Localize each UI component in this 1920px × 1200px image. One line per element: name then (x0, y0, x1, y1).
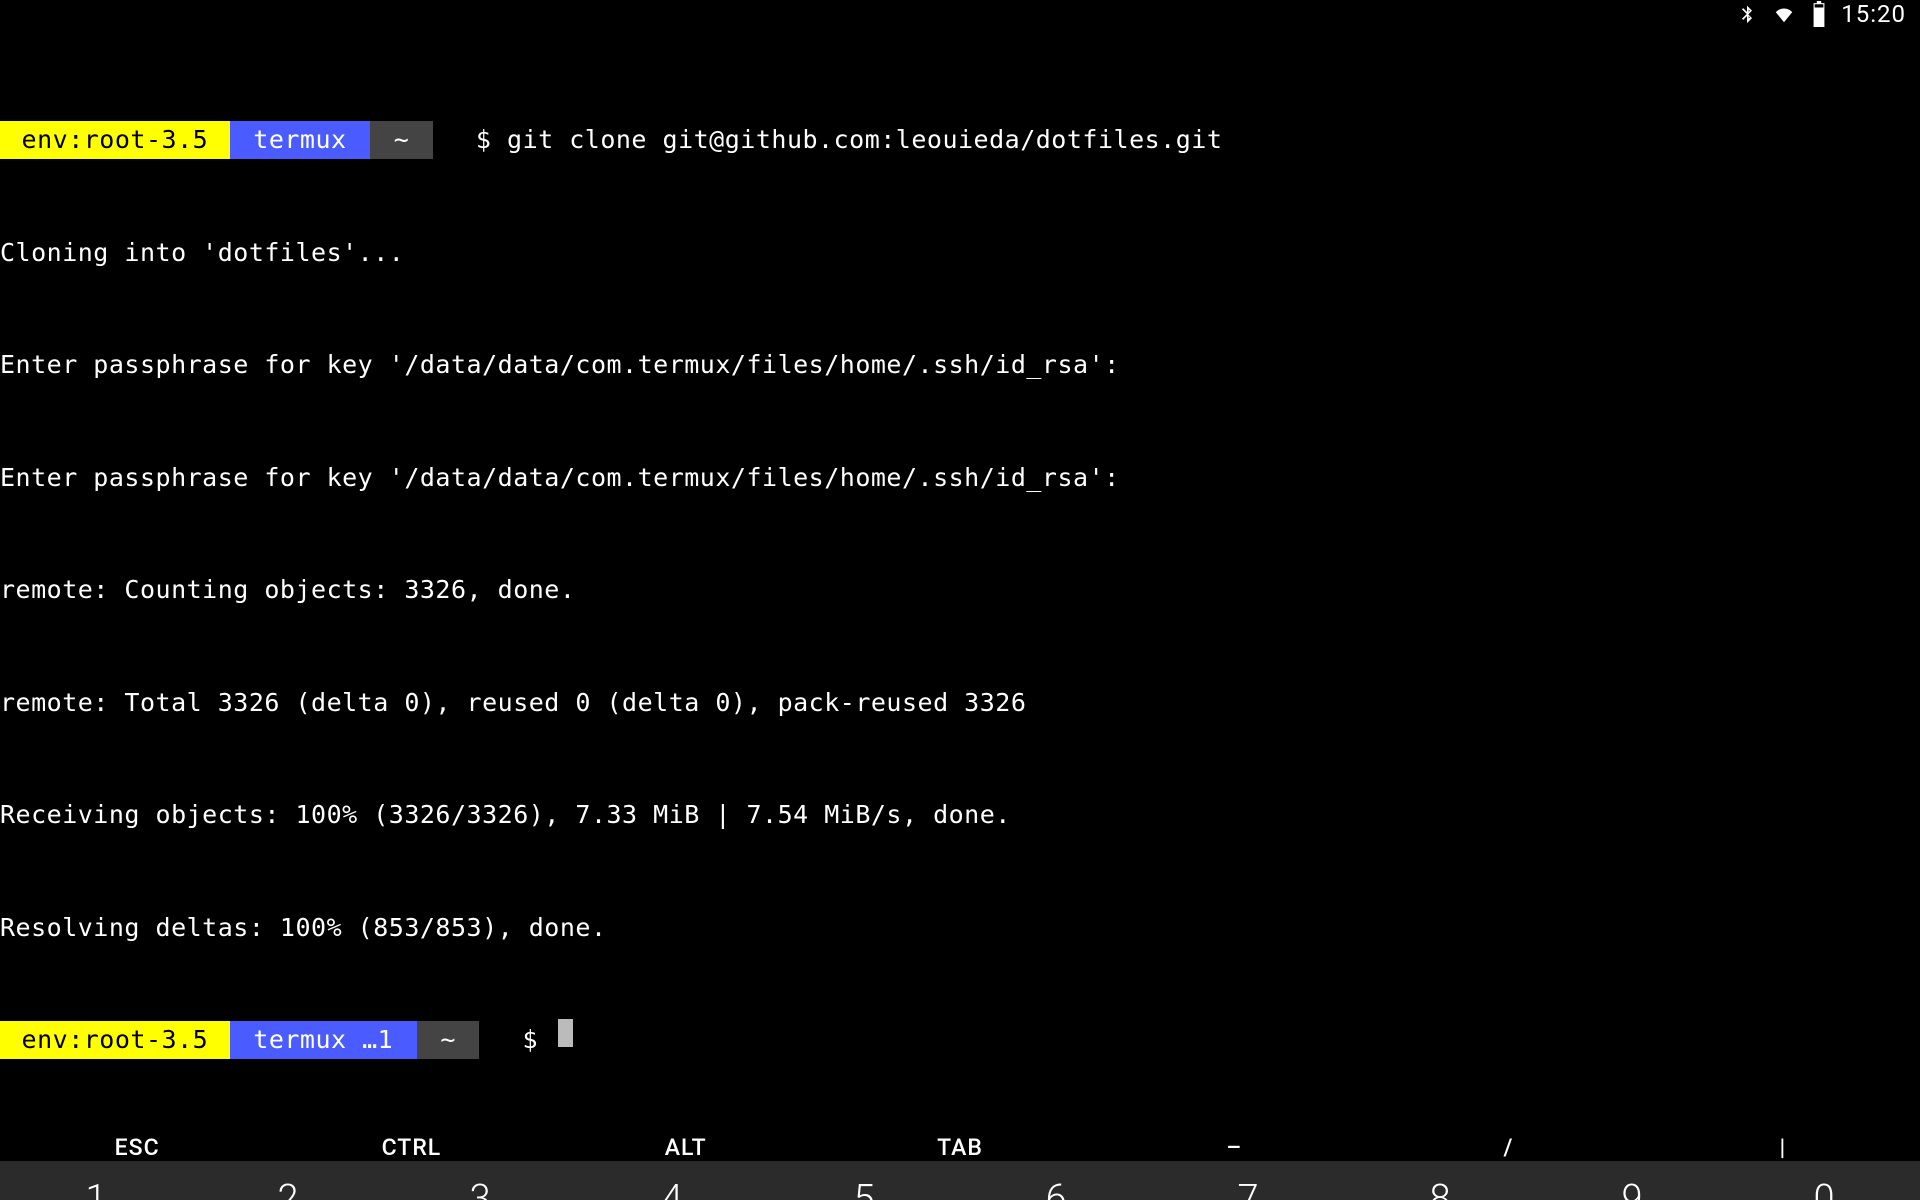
key-5[interactable]: 5 (768, 1161, 960, 1200)
key-1[interactable]: 1 (0, 1161, 192, 1200)
prompt-line-1: env:root-3.5 termux ~ $ git clone git@gi… (0, 121, 1920, 159)
key-2[interactable]: 2 (192, 1161, 384, 1200)
output-line: Enter passphrase for key '/data/data/com… (0, 346, 1920, 384)
output-line: Enter passphrase for key '/data/data/com… (0, 459, 1920, 497)
key-0[interactable]: 0 (1728, 1161, 1920, 1200)
output-line: Cloning into 'dotfiles'... (0, 234, 1920, 272)
key-7[interactable]: 7 (1152, 1161, 1344, 1200)
key-6[interactable]: 6 (960, 1161, 1152, 1200)
prompt-symbol: $ (433, 121, 507, 159)
key-tab[interactable]: TAB (823, 1134, 1097, 1161)
key-alt[interactable]: ALT (549, 1134, 823, 1161)
key-slash[interactable]: / (1371, 1134, 1645, 1161)
number-row: 1 2 3 4 5 6 7 8 9 0 (0, 1161, 1920, 1200)
output-line: Receiving objects: 100% (3326/3326), 7.3… (0, 796, 1920, 834)
wifi-icon (1771, 3, 1797, 25)
key-4[interactable]: 4 (576, 1161, 768, 1200)
command-text: git clone git@github.com:leouieda/dotfil… (507, 121, 1222, 159)
termux-extra-keys: ESC CTRL ALT TAB – / | (0, 1134, 1920, 1161)
prompt-symbol: $ (479, 1021, 553, 1059)
prompt-host: termux …1 (230, 1021, 417, 1059)
key-3[interactable]: 3 (384, 1161, 576, 1200)
cursor (558, 1019, 573, 1047)
prompt-line-2: env:root-3.5 termux …1 ~ $ (0, 1021, 1920, 1059)
prompt-path: ~ (417, 1021, 480, 1059)
prompt-host: termux (230, 121, 370, 159)
key-ctrl[interactable]: CTRL (274, 1134, 548, 1161)
output-line: remote: Counting objects: 3326, done. (0, 571, 1920, 609)
prompt-env: env:root-3.5 (0, 1021, 230, 1059)
terminal[interactable]: env:root-3.5 termux ~ $ git clone git@gi… (0, 28, 1920, 1134)
bluetooth-icon (1737, 1, 1757, 27)
key-dash[interactable]: – (1097, 1134, 1371, 1161)
key-pipe[interactable]: | (1646, 1134, 1920, 1161)
key-8[interactable]: 8 (1344, 1161, 1536, 1200)
battery-icon (1811, 1, 1827, 27)
output-line: Resolving deltas: 100% (853/853), done. (0, 909, 1920, 947)
android-status-bar: 15:20 (0, 0, 1920, 28)
onscreen-keyboard: 1 2 3 4 5 6 7 8 9 0 q% w\ e| r= t[ y] u<… (0, 1161, 1920, 1200)
prompt-env: env:root-3.5 (0, 121, 230, 159)
clock: 15:20 (1841, 0, 1906, 28)
output-line: remote: Total 3326 (delta 0), reused 0 (… (0, 684, 1920, 722)
prompt-path: ~ (370, 121, 433, 159)
key-esc[interactable]: ESC (0, 1134, 274, 1161)
key-9[interactable]: 9 (1536, 1161, 1728, 1200)
